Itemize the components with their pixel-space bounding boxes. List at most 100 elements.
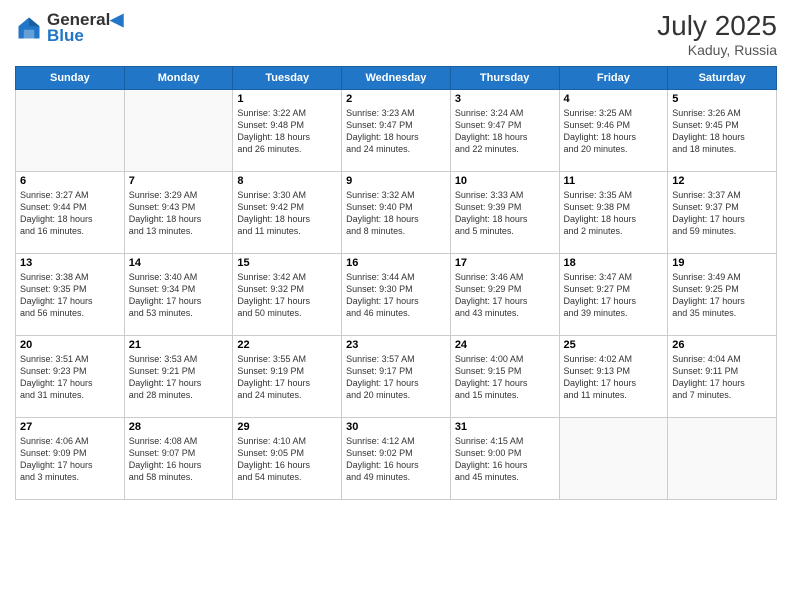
calendar-cell	[124, 90, 233, 172]
location: Kaduy, Russia	[657, 42, 777, 58]
day-number: 9	[346, 175, 446, 187]
day-info: Sunrise: 4:08 AM Sunset: 9:07 PM Dayligh…	[129, 435, 229, 484]
logo: General◀ Blue	[15, 10, 123, 46]
calendar-cell	[16, 90, 125, 172]
calendar-cell	[559, 418, 668, 500]
day-number: 7	[129, 175, 229, 187]
calendar-cell: 27 Sunrise: 4:06 AM Sunset: 9:09 PM Dayli…	[16, 418, 125, 500]
day-number: 31	[455, 421, 555, 433]
day-info: Sunrise: 3:49 AM Sunset: 9:25 PM Dayligh…	[672, 271, 772, 320]
weekday-friday: Friday	[559, 67, 668, 90]
calendar-cell: 4Sunrise: 3:25 AM Sunset: 9:46 PM Daylig…	[559, 90, 668, 172]
calendar-cell: 11Sunrise: 3:35 AM Sunset: 9:38 PM Dayli…	[559, 172, 668, 254]
calendar-cell: 28 Sunrise: 4:08 AM Sunset: 9:07 PM Dayli…	[124, 418, 233, 500]
calendar-cell: 7 Sunrise: 3:29 AM Sunset: 9:43 PM Daylig…	[124, 172, 233, 254]
day-number: 24	[455, 339, 555, 351]
logo-icon	[15, 14, 43, 42]
calendar-cell: 24 Sunrise: 4:00 AM Sunset: 9:15 PM Dayli…	[450, 336, 559, 418]
day-number: 10	[455, 175, 555, 187]
calendar-cell: 5 Sunrise: 3:26 AM Sunset: 9:45 PM Daylig…	[668, 90, 777, 172]
calendar-cell: 29 Sunrise: 4:10 AM Sunset: 9:05 PM Dayli…	[233, 418, 342, 500]
weekday-saturday: Saturday	[668, 67, 777, 90]
title-block: July 2025 Kaduy, Russia	[657, 10, 777, 58]
weekday-sunday: Sunday	[16, 67, 125, 90]
page: General◀ Blue July 2025 Kaduy, Russia Su…	[0, 0, 792, 612]
weekday-wednesday: Wednesday	[342, 67, 451, 90]
calendar-cell: 17Sunrise: 3:46 AM Sunset: 9:29 PM Dayli…	[450, 254, 559, 336]
calendar-cell: 10 Sunrise: 3:33 AM Sunset: 9:39 PM Dayli…	[450, 172, 559, 254]
day-info: Sunrise: 3:46 AM Sunset: 9:29 PM Dayligh…	[455, 271, 555, 320]
day-info: Sunrise: 3:33 AM Sunset: 9:39 PM Dayligh…	[455, 189, 555, 238]
calendar-body: 1 Sunrise: 3:22 AM Sunset: 9:48 PM Daylig…	[16, 90, 777, 500]
day-info: Sunrise: 4:00 AM Sunset: 9:15 PM Dayligh…	[455, 353, 555, 402]
day-info: Sunrise: 3:40 AM Sunset: 9:34 PM Dayligh…	[129, 271, 229, 320]
calendar-cell: 26Sunrise: 4:04 AM Sunset: 9:11 PM Dayli…	[668, 336, 777, 418]
week-row-3: 13Sunrise: 3:38 AM Sunset: 9:35 PM Dayli…	[16, 254, 777, 336]
header: General◀ Blue July 2025 Kaduy, Russia	[15, 10, 777, 58]
weekday-monday: Monday	[124, 67, 233, 90]
day-number: 13	[20, 257, 120, 269]
calendar-cell: 30 Sunrise: 4:12 AM Sunset: 9:02 PM Dayli…	[342, 418, 451, 500]
day-info: Sunrise: 3:27 AM Sunset: 9:44 PM Dayligh…	[20, 189, 120, 238]
calendar-cell: 25Sunrise: 4:02 AM Sunset: 9:13 PM Dayli…	[559, 336, 668, 418]
day-number: 8	[237, 175, 337, 187]
day-number: 18	[564, 257, 664, 269]
logo-text: General◀ Blue	[47, 10, 123, 46]
weekday-thursday: Thursday	[450, 67, 559, 90]
calendar-table: SundayMondayTuesdayWednesdayThursdayFrid…	[15, 66, 777, 500]
day-info: Sunrise: 3:53 AM Sunset: 9:21 PM Dayligh…	[129, 353, 229, 402]
calendar-cell: 6Sunrise: 3:27 AM Sunset: 9:44 PM Daylig…	[16, 172, 125, 254]
day-number: 11	[564, 175, 664, 187]
day-info: Sunrise: 3:51 AM Sunset: 9:23 PM Dayligh…	[20, 353, 120, 402]
day-number: 1	[237, 93, 337, 105]
day-number: 21	[129, 339, 229, 351]
day-number: 2	[346, 93, 446, 105]
calendar-cell: 21 Sunrise: 3:53 AM Sunset: 9:21 PM Dayli…	[124, 336, 233, 418]
day-info: Sunrise: 4:02 AM Sunset: 9:13 PM Dayligh…	[564, 353, 664, 402]
calendar-cell: 19Sunrise: 3:49 AM Sunset: 9:25 PM Dayli…	[668, 254, 777, 336]
day-number: 14	[129, 257, 229, 269]
day-info: Sunrise: 3:42 AM Sunset: 9:32 PM Dayligh…	[237, 271, 337, 320]
day-info: Sunrise: 3:44 AM Sunset: 9:30 PM Dayligh…	[346, 271, 446, 320]
day-number: 3	[455, 93, 555, 105]
day-number: 15	[237, 257, 337, 269]
calendar-cell	[668, 418, 777, 500]
calendar-cell: 23Sunrise: 3:57 AM Sunset: 9:17 PM Dayli…	[342, 336, 451, 418]
calendar-cell: 18 Sunrise: 3:47 AM Sunset: 9:27 PM Dayli…	[559, 254, 668, 336]
day-number: 4	[564, 93, 664, 105]
day-info: Sunrise: 3:55 AM Sunset: 9:19 PM Dayligh…	[237, 353, 337, 402]
calendar-cell: 22 Sunrise: 3:55 AM Sunset: 9:19 PM Dayli…	[233, 336, 342, 418]
calendar-cell: 9 Sunrise: 3:32 AM Sunset: 9:40 PM Daylig…	[342, 172, 451, 254]
day-info: Sunrise: 3:22 AM Sunset: 9:48 PM Dayligh…	[237, 107, 337, 156]
calendar-cell: 2 Sunrise: 3:23 AM Sunset: 9:47 PM Daylig…	[342, 90, 451, 172]
day-info: Sunrise: 3:37 AM Sunset: 9:37 PM Dayligh…	[672, 189, 772, 238]
day-info: Sunrise: 4:06 AM Sunset: 9:09 PM Dayligh…	[20, 435, 120, 484]
day-info: Sunrise: 3:30 AM Sunset: 9:42 PM Dayligh…	[237, 189, 337, 238]
day-info: Sunrise: 4:12 AM Sunset: 9:02 PM Dayligh…	[346, 435, 446, 484]
day-number: 23	[346, 339, 446, 351]
day-info: Sunrise: 3:23 AM Sunset: 9:47 PM Dayligh…	[346, 107, 446, 156]
day-info: Sunrise: 4:15 AM Sunset: 9:00 PM Dayligh…	[455, 435, 555, 484]
weekday-tuesday: Tuesday	[233, 67, 342, 90]
calendar-cell: 12Sunrise: 3:37 AM Sunset: 9:37 PM Dayli…	[668, 172, 777, 254]
calendar-cell: 14 Sunrise: 3:40 AM Sunset: 9:34 PM Dayli…	[124, 254, 233, 336]
calendar-cell: 16Sunrise: 3:44 AM Sunset: 9:30 PM Dayli…	[342, 254, 451, 336]
day-number: 29	[237, 421, 337, 433]
day-number: 30	[346, 421, 446, 433]
day-info: Sunrise: 3:29 AM Sunset: 9:43 PM Dayligh…	[129, 189, 229, 238]
day-number: 22	[237, 339, 337, 351]
calendar-cell: 8 Sunrise: 3:30 AM Sunset: 9:42 PM Daylig…	[233, 172, 342, 254]
day-info: Sunrise: 3:32 AM Sunset: 9:40 PM Dayligh…	[346, 189, 446, 238]
calendar-cell: 31 Sunrise: 4:15 AM Sunset: 9:00 PM Dayli…	[450, 418, 559, 500]
day-info: Sunrise: 4:10 AM Sunset: 9:05 PM Dayligh…	[237, 435, 337, 484]
day-number: 5	[672, 93, 772, 105]
day-info: Sunrise: 3:26 AM Sunset: 9:45 PM Dayligh…	[672, 107, 772, 156]
week-row-5: 27 Sunrise: 4:06 AM Sunset: 9:09 PM Dayli…	[16, 418, 777, 500]
week-row-2: 6Sunrise: 3:27 AM Sunset: 9:44 PM Daylig…	[16, 172, 777, 254]
day-info: Sunrise: 3:47 AM Sunset: 9:27 PM Dayligh…	[564, 271, 664, 320]
month-year: July 2025	[657, 10, 777, 42]
calendar-cell: 20Sunrise: 3:51 AM Sunset: 9:23 PM Dayli…	[16, 336, 125, 418]
day-number: 27	[20, 421, 120, 433]
calendar-cell: 15 Sunrise: 3:42 AM Sunset: 9:32 PM Dayli…	[233, 254, 342, 336]
day-number: 28	[129, 421, 229, 433]
